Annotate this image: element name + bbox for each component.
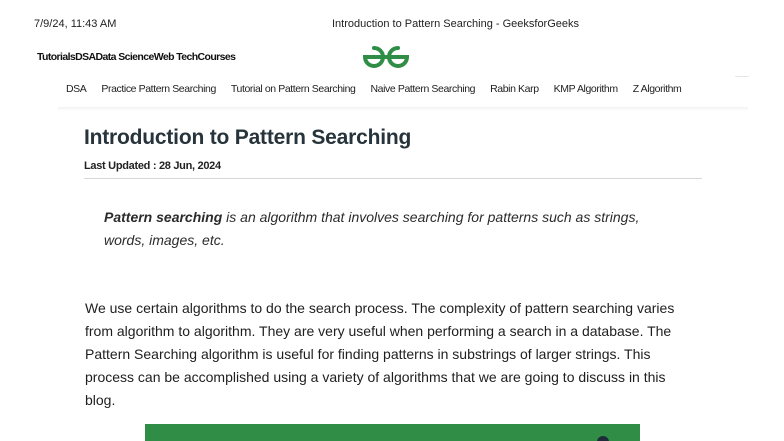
title-divider bbox=[84, 178, 702, 179]
sub-nav: DSA Practice Pattern Searching Tutorial … bbox=[66, 83, 696, 95]
sub-nav-z-algorithm[interactable]: Z Algorithm bbox=[633, 83, 682, 95]
top-nav-dsa[interactable]: DSA bbox=[75, 51, 96, 63]
gfg-logo-icon[interactable] bbox=[361, 43, 411, 71]
top-nav-tutorials[interactable]: Tutorials bbox=[37, 51, 76, 63]
body-paragraph: We use certain algorithms to do the sear… bbox=[85, 300, 675, 408]
article-title: Introduction to Pattern Searching bbox=[84, 126, 412, 149]
sub-nav-kmp-algorithm[interactable]: KMP Algorithm bbox=[554, 83, 618, 95]
top-nav-web-tech[interactable]: Web Tech bbox=[154, 51, 198, 63]
sub-nav-dsa[interactable]: DSA bbox=[66, 83, 87, 95]
sub-nav-rabin-karp[interactable]: Rabin Karp bbox=[490, 83, 539, 95]
top-nav: Tutorials DSA Data Science Web Tech Cour… bbox=[37, 51, 236, 63]
print-page-title: Introduction to Pattern Searching - Geek… bbox=[332, 18, 580, 30]
sub-nav-naive-pattern-searching[interactable]: Naive Pattern Searching bbox=[370, 83, 475, 95]
sub-nav-tutorial-pattern-searching[interactable]: Tutorial on Pattern Searching bbox=[231, 83, 356, 95]
last-updated: Last Updated : 28 Jun, 2024 bbox=[84, 160, 221, 172]
intro-bold-term: Pattern searching bbox=[104, 209, 223, 225]
site-header: Tutorials DSA Data Science Web Tech Cour… bbox=[0, 40, 784, 110]
banner-dot bbox=[597, 436, 609, 441]
header-shadow bbox=[58, 107, 748, 111]
corner-divider bbox=[735, 76, 749, 77]
print-datetime: 7/9/24, 11:43 AM bbox=[34, 18, 117, 30]
article-banner-image bbox=[145, 424, 640, 441]
top-nav-data-science[interactable]: Data Science bbox=[96, 51, 155, 63]
sub-nav-practice-pattern-searching[interactable]: Practice Pattern Searching bbox=[101, 83, 216, 95]
intro-paragraph: Pattern searching is an algorithm that i… bbox=[104, 206, 684, 252]
top-nav-courses[interactable]: Courses bbox=[198, 51, 236, 63]
